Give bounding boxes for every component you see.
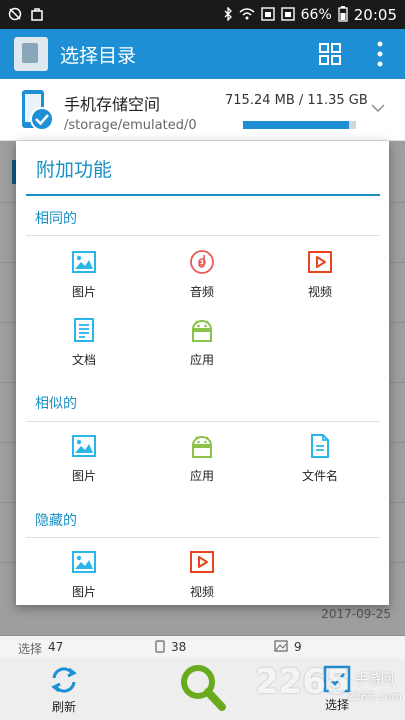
storage-name: 手机存储空间: [64, 95, 161, 114]
storage-size: 715.24 MB / 11.35 GB: [225, 93, 368, 108]
image-icon: [72, 435, 96, 457]
section-divider: [26, 537, 380, 538]
app-logo-icon: [14, 37, 48, 71]
select-count: 47: [48, 640, 64, 654]
select-label: 选择: [18, 642, 43, 656]
document-icon: [74, 318, 94, 342]
storage-path: /storage/emulated/0: [64, 118, 197, 133]
image-icon: [72, 251, 96, 273]
option-label: 图片: [71, 285, 96, 299]
status-bar: 66% 20:05: [0, 0, 405, 29]
hidden-videos-option[interactable]: 视频: [152, 549, 252, 600]
hidden-images-option[interactable]: 图片: [34, 549, 134, 600]
similar-images-option[interactable]: 图片: [34, 433, 134, 484]
search-icon: [181, 665, 226, 711]
option-label: 应用: [189, 469, 214, 483]
dialog-title-divider: [26, 194, 380, 196]
option-label: 文件名: [301, 469, 338, 483]
option-label: 图片: [71, 469, 96, 483]
audio-disc-icon: [190, 250, 214, 274]
option-label: 音频: [189, 285, 214, 299]
same-images-option[interactable]: 图片: [34, 249, 134, 300]
clock: 20:05: [353, 5, 397, 24]
option-label: 视频: [189, 585, 214, 599]
extra-functions-dialog: 附加功能 相同的 图片 音频 视频 文档 应用 相似的 图片 应用 文件名 隐藏…: [16, 141, 389, 605]
phone-storage-icon: [22, 90, 54, 131]
watermark: 2265 手游网 2265.com: [255, 660, 402, 716]
app-bar: 选择目录: [0, 29, 405, 79]
refresh-button[interactable]: 刷新: [48, 664, 80, 715]
storage-selector[interactable]: 手机存储空间 /storage/emulated/0 715.24 MB / 1…: [0, 79, 405, 141]
count-3: 9: [294, 640, 302, 654]
same-audio-option[interactable]: 音频: [152, 249, 252, 300]
bag-icon: [30, 7, 44, 23]
image-icon: [72, 551, 96, 573]
battery-icon: [338, 5, 348, 24]
option-label: 视频: [307, 285, 332, 299]
android-icon: [191, 436, 213, 458]
video-icon: [190, 551, 214, 573]
chevron-down-icon[interactable]: [371, 103, 385, 113]
watermark-number: 2265: [255, 662, 350, 702]
alarm-off-icon: [8, 7, 22, 23]
photo-icon: [274, 640, 288, 652]
phone-icon: [155, 640, 165, 653]
selection-info-bar: 选择 47 38 9: [0, 636, 405, 658]
option-label: 文档: [71, 353, 96, 367]
dialog-title: 附加功能: [36, 159, 113, 181]
bluetooth-icon: [223, 5, 233, 23]
watermark-domain: 2265.com: [347, 690, 402, 703]
section-hidden-title: 隐藏的: [35, 513, 77, 529]
refresh-icon: [51, 667, 77, 693]
android-icon: [191, 320, 213, 342]
video-icon: [308, 251, 332, 273]
section-same-title: 相同的: [35, 211, 77, 227]
count-2: 38: [171, 640, 187, 654]
sim2-icon: [280, 6, 295, 23]
similar-filename-option[interactable]: 文件名: [270, 433, 370, 484]
section-divider: [26, 421, 380, 422]
similar-apps-option[interactable]: 应用: [152, 433, 252, 484]
same-video-option[interactable]: 视频: [270, 249, 370, 300]
same-documents-option[interactable]: 文档: [34, 317, 134, 368]
more-vert-icon[interactable]: [377, 41, 383, 67]
storage-usage-bar: [243, 121, 356, 129]
grid-view-icon[interactable]: [319, 43, 341, 65]
battery-percent: 66%: [300, 6, 332, 23]
wifi-icon: [239, 7, 255, 23]
file-name-icon: [311, 434, 329, 458]
same-apps-option[interactable]: 应用: [152, 317, 252, 368]
section-divider: [26, 235, 380, 236]
watermark-site: 手游网: [355, 672, 395, 687]
page-title: 选择目录: [60, 44, 137, 67]
option-label: 应用: [189, 353, 214, 367]
sim-icon: [260, 6, 275, 23]
option-label: 图片: [71, 585, 96, 599]
section-similar-title: 相似的: [35, 396, 77, 412]
refresh-label: 刷新: [51, 700, 76, 714]
storage-usage-fill: [243, 121, 350, 129]
search-button[interactable]: [178, 662, 226, 712]
